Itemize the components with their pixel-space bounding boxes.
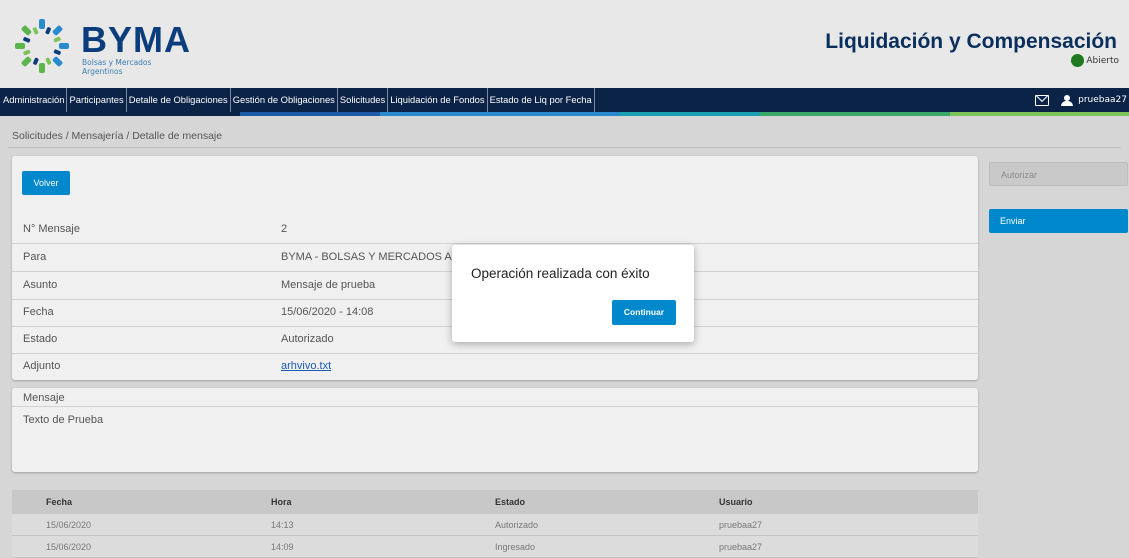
column-header-fecha[interactable]: Fecha [12, 490, 236, 514]
nav-item-liquidacion-fondos[interactable]: Liquidación de Fondos [388, 88, 488, 112]
field-value: BYMA - BOLSAS Y MERCADOS A [281, 251, 452, 263]
market-status-label: Abierto [1086, 55, 1119, 66]
modal-message: Operación realizada con éxito [471, 266, 650, 281]
cell-estado: Autorizado [495, 520, 539, 530]
message-label: Mensaje [23, 392, 65, 404]
field-value: Autorizado [281, 333, 334, 345]
continuar-button[interactable]: Continuar [612, 300, 676, 325]
app-title: Liquidación y Compensación [825, 30, 1117, 53]
column-header-estado[interactable]: Estado [460, 490, 683, 514]
nav-user-area: pruebaa27 [1035, 88, 1127, 112]
app-header: BYMA Bolsas y Mercados Argentinos Liquid… [0, 0, 1129, 88]
field-label: Adjunto [23, 360, 61, 372]
cell-fecha: 15/06/2020 [46, 520, 92, 530]
brand-color-stripe [0, 112, 1129, 116]
field-label: N° Mensaje [23, 223, 80, 235]
nav-item-participantes[interactable]: Participantes [67, 88, 127, 112]
nav-item-estado-liq-fecha[interactable]: Estado de Liq por Fecha [488, 88, 595, 112]
message-body: Texto de Prueba [23, 414, 104, 426]
attachment-value: arhvivo.txt [281, 360, 331, 372]
field-label: Para [23, 251, 47, 263]
byma-logo-icon [15, 19, 69, 73]
field-label: Asunto [23, 279, 58, 291]
column-header-hora[interactable]: Hora [236, 490, 460, 514]
cell-hora: 14:13 [271, 520, 294, 530]
user-icon [1061, 94, 1074, 106]
enviar-button[interactable]: Enviar [989, 209, 1128, 233]
nav-item-detalle-obligaciones[interactable]: Detalle de Obligaciones [127, 88, 231, 112]
cell-usuario: pruebaa27 [719, 542, 763, 552]
message-header: Mensaje [12, 388, 978, 407]
username: pruebaa27 [1078, 95, 1127, 105]
nav-item-gestion-obligaciones[interactable]: Gestión de Obligaciones [231, 88, 338, 112]
breadcrumb-text: Solicitudes / Mensajería / Detalle de me… [12, 130, 223, 142]
column-header-usuario[interactable]: Usuario [683, 490, 978, 514]
message-body-card: Mensaje Texto de Prueba [12, 388, 978, 472]
table-row: 15/06/2020 14:13 Autorizado pruebaa27 [12, 514, 978, 536]
attachment-link[interactable]: arhvivo.txt [281, 360, 331, 372]
volver-button[interactable]: Volver [22, 171, 70, 195]
brand-name: BYMA [81, 19, 191, 60]
cell-fecha: 15/06/2020 [46, 542, 92, 552]
market-status: Abierto [1071, 54, 1119, 67]
user-menu[interactable]: pruebaa27 [1061, 94, 1127, 106]
status-dot-icon [1071, 54, 1085, 67]
nav-item-administracion[interactable]: Administración [0, 88, 68, 112]
breadcrumb: Solicitudes / Mensajería / Detalle de me… [8, 125, 1121, 148]
autorizar-button[interactable]: Autorizar [989, 162, 1128, 186]
history-table: Fecha Hora Estado Usuario 15/06/2020 14:… [12, 490, 978, 558]
main-navbar: Administración Participantes Detalle de … [0, 88, 1129, 112]
table-row: 15/06/2020 14:09 Ingresado pruebaa27 [12, 536, 978, 558]
nav-menu: Administración Participantes Detalle de … [0, 88, 595, 112]
nav-item-solicitudes[interactable]: Solicitudes [338, 88, 389, 112]
detail-row-adjunto: Adjunto arhvivo.txt [12, 353, 978, 381]
table-header: Fecha Hora Estado Usuario [12, 490, 978, 514]
mail-icon[interactable] [1035, 94, 1050, 106]
detail-row-numero: N° Mensaje 2 [12, 216, 978, 244]
cell-estado: Ingresado [495, 542, 536, 552]
cell-hora: 14:09 [271, 542, 294, 552]
field-value: 15/06/2020 - 14:08 [281, 306, 374, 318]
brand-subtitle: Bolsas y Mercados Argentinos [82, 58, 152, 76]
field-label: Estado [23, 333, 58, 345]
field-label: Fecha [23, 306, 54, 318]
success-modal: Operación realizada con éxito Continuar [452, 245, 694, 342]
cell-usuario: pruebaa27 [719, 520, 763, 530]
field-value: Mensaje de prueba [281, 279, 376, 291]
field-value: 2 [281, 223, 288, 235]
